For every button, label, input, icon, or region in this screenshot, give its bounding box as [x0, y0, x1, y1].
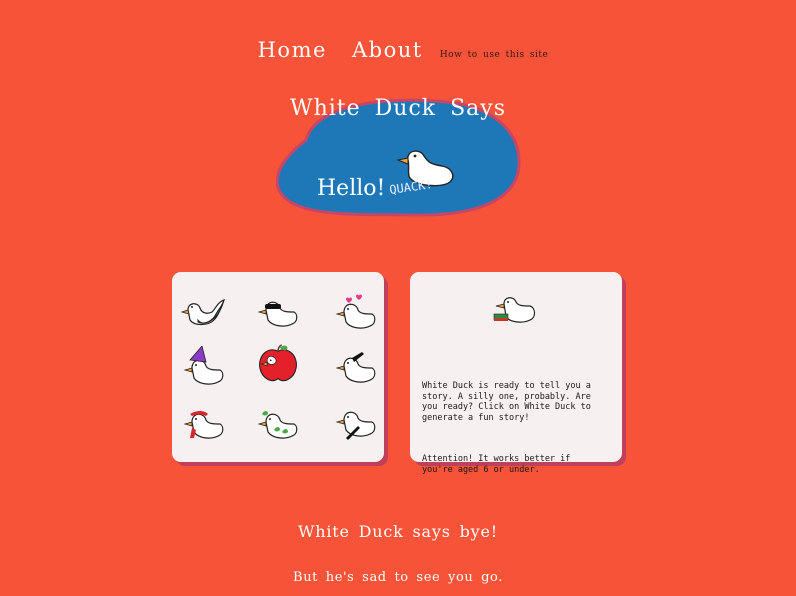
nav-home-link[interactable]: Home — [258, 38, 327, 62]
footer-bye: White Duck says bye! — [298, 522, 498, 541]
footer-sad: But he's sad to see you go. — [293, 570, 503, 585]
mermaid-duck-icon[interactable] — [178, 292, 226, 332]
sunglasses-duck-icon[interactable] — [254, 292, 302, 332]
apple-duck-icon[interactable] — [254, 344, 302, 384]
top-nav: Home About How to use this site — [0, 38, 796, 62]
quill-duck-icon[interactable] — [332, 402, 380, 442]
quack-label: QUACK! — [388, 177, 433, 197]
nav-about-link[interactable]: About — [352, 38, 423, 62]
quack-duck-icon[interactable]: QUACK! — [380, 146, 480, 198]
hello-text: Hello! — [317, 176, 386, 201]
story-card: White Duck is ready to tell you a story.… — [410, 272, 622, 475]
story-intro: White Duck is ready to tell you a story.… — [422, 381, 597, 423]
sticker-card — [172, 272, 384, 462]
story-attention: Attention! It works better if you're age… — [422, 454, 576, 475]
story-text: White Duck is ready to tell you a story.… — [422, 360, 592, 506]
scarf-duck-icon[interactable] — [178, 402, 226, 442]
love-hearts-duck-icon[interactable] — [332, 292, 380, 332]
knife-duck-icon[interactable] — [332, 346, 380, 386]
nav-howto-link[interactable]: How to use this site — [440, 50, 549, 60]
leaves-duck-icon[interactable] — [254, 402, 302, 442]
storytelling-duck-icon[interactable] — [490, 292, 540, 328]
wizard-hat-duck-icon[interactable] — [178, 346, 226, 386]
hero-title: White Duck Says — [289, 96, 507, 121]
